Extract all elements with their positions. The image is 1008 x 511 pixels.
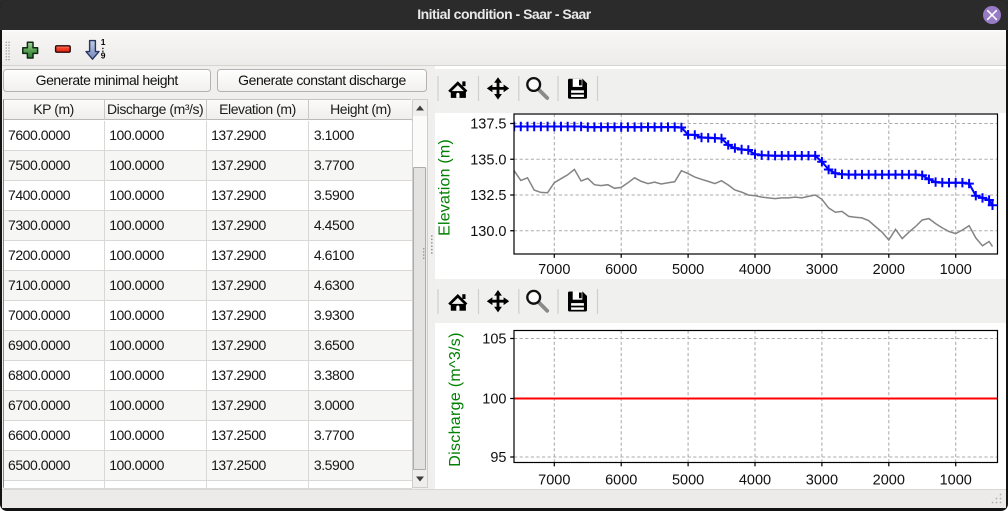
svg-text:3000: 3000 bbox=[806, 262, 838, 278]
svg-text:3000: 3000 bbox=[806, 473, 838, 489]
svg-text:2000: 2000 bbox=[873, 473, 905, 489]
svg-text:Elevation (m): Elevation (m) bbox=[437, 139, 454, 236]
svg-text:4000: 4000 bbox=[739, 473, 771, 489]
svg-text:100: 100 bbox=[482, 392, 506, 408]
svg-text:Discharge (m^3/s): Discharge (m^3/s) bbox=[447, 332, 464, 466]
svg-text:1: 1 bbox=[101, 37, 106, 47]
svg-text:4000: 4000 bbox=[739, 262, 771, 278]
svg-text:1000: 1000 bbox=[940, 473, 972, 489]
svg-text:135.0: 135.0 bbox=[470, 152, 506, 168]
svg-text:2000: 2000 bbox=[873, 262, 905, 278]
svg-text:9: 9 bbox=[101, 51, 106, 61]
svg-text:5000: 5000 bbox=[672, 473, 704, 489]
svg-text:132.5: 132.5 bbox=[470, 188, 506, 204]
svg-text:137.5: 137.5 bbox=[470, 116, 506, 132]
svg-text:95: 95 bbox=[490, 450, 506, 466]
svg-text:130.0: 130.0 bbox=[470, 223, 506, 239]
svg-text:105: 105 bbox=[482, 332, 506, 348]
svg-text:7000: 7000 bbox=[538, 473, 570, 489]
svg-text:6000: 6000 bbox=[605, 473, 637, 489]
svg-text:6000: 6000 bbox=[605, 262, 637, 278]
svg-text:7000: 7000 bbox=[538, 262, 570, 278]
svg-text:1000: 1000 bbox=[940, 262, 972, 278]
svg-text:5000: 5000 bbox=[672, 262, 704, 278]
